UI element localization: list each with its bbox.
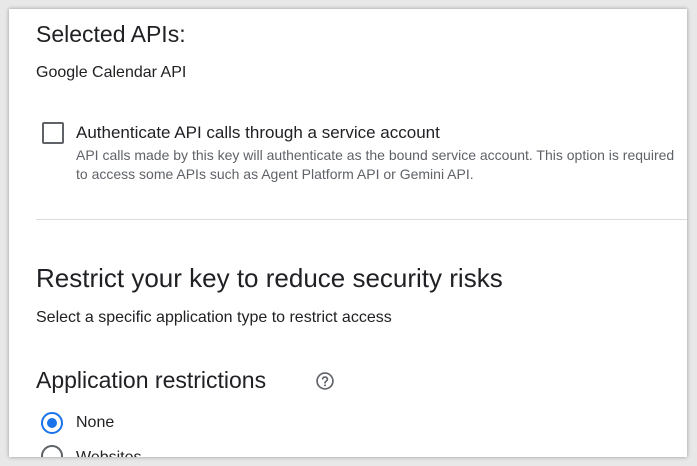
restrict-key-heading: Restrict your key to reduce security ris… (36, 263, 503, 293)
service-account-label[interactable]: Authenticate API calls through a service… (76, 122, 440, 144)
radio-none[interactable] (41, 412, 63, 434)
service-account-checkbox[interactable] (42, 122, 64, 144)
section-divider (36, 219, 687, 220)
radio-websites-label[interactable]: Websites (76, 448, 142, 457)
application-restrictions-heading: Application restrictions (36, 367, 267, 393)
selected-apis-heading: Selected APIs: (36, 21, 186, 47)
radio-none-label[interactable]: None (76, 413, 114, 433)
api-key-settings-panel: Selected APIs: Google Calendar API Authe… (9, 9, 687, 457)
help-outline-icon[interactable] (315, 371, 335, 391)
radio-websites[interactable] (41, 445, 63, 457)
restrict-key-subtext: Select a specific application type to re… (36, 309, 392, 326)
selected-api-item: Google Calendar API (36, 64, 187, 81)
service-account-description: API calls made by this key will authenti… (76, 147, 675, 182)
